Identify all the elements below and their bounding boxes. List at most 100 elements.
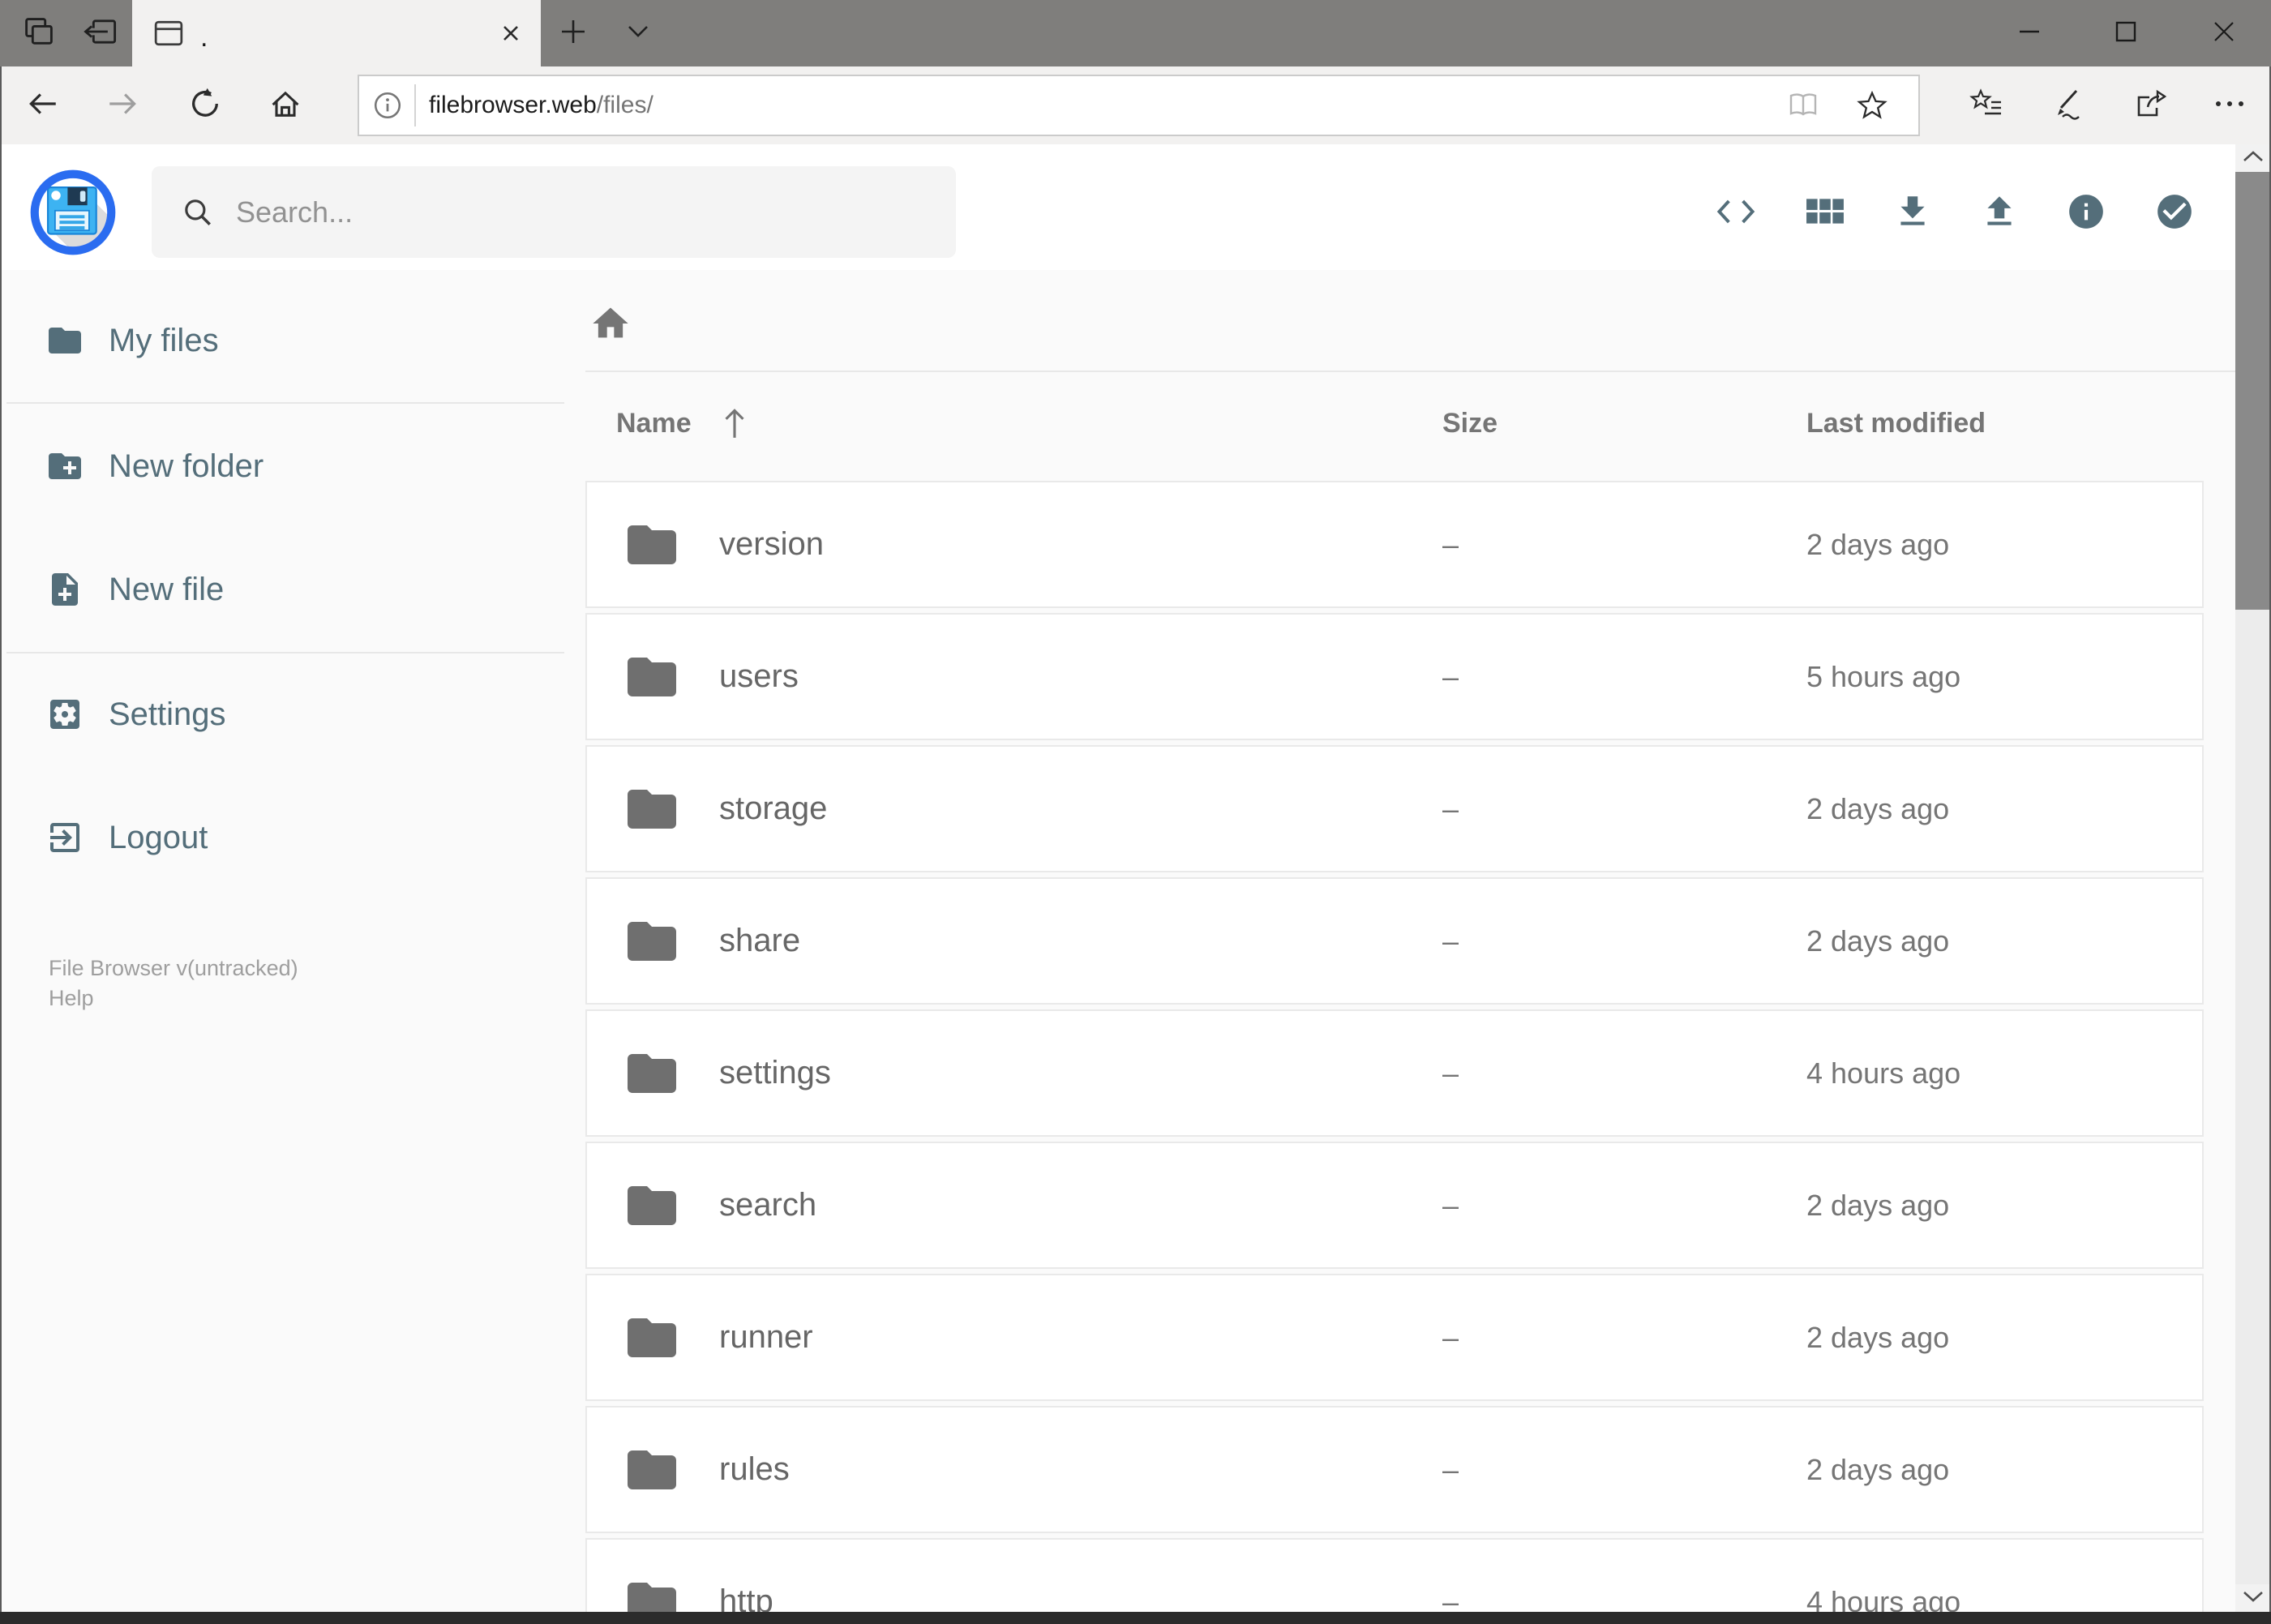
set-tabs-aside-button[interactable] (73, 0, 126, 66)
file-row[interactable]: rules – 2 days ago (585, 1406, 2204, 1533)
back-button[interactable] (14, 66, 72, 144)
sidebar-item-settings[interactable]: Settings (0, 666, 568, 763)
search-icon (181, 195, 215, 229)
hub-favorites-button[interactable] (1957, 66, 2016, 144)
file-modified: 2 days ago (1806, 1320, 1950, 1354)
app-body: My files New folder New file Settings Lo… (0, 270, 2271, 1624)
search-input[interactable]: Search... (152, 166, 956, 258)
select-multiple-button[interactable] (2150, 189, 2199, 238)
sidebar-item-label: Logout (109, 819, 208, 855)
sidebar-item-my-files[interactable]: My files (0, 292, 568, 389)
favorite-star-icon[interactable] (1857, 90, 1888, 121)
pen-icon (2050, 86, 2085, 126)
file-row[interactable]: storage – 2 days ago (585, 745, 2204, 872)
window-close-button[interactable] (2198, 0, 2250, 66)
folder-icon (623, 780, 681, 838)
page-scrollbar[interactable] (2235, 144, 2271, 1612)
browser-tab[interactable]: . (132, 0, 541, 66)
maximize-icon (2115, 20, 2137, 47)
file-size: – (1442, 791, 1459, 825)
share-button[interactable] (2120, 66, 2179, 144)
scrollbar-thumb[interactable] (2235, 172, 2271, 610)
sidebar-item-label: Settings (109, 696, 226, 732)
window-border-bottom (0, 1612, 2271, 1624)
sidebar-item-label: New file (109, 571, 225, 607)
help-link[interactable]: Help (49, 983, 298, 1013)
column-header-size[interactable]: Size (1442, 408, 1498, 439)
minimize-button[interactable] (2003, 0, 2055, 66)
set-tabs-aside-icon (81, 14, 118, 54)
app-version-text: File Browser v(untracked) (49, 956, 298, 980)
home-icon (268, 86, 303, 126)
info-icon (2066, 191, 2106, 236)
address-bar[interactable]: filebrowser.web/files/ (358, 75, 1920, 136)
site-info-icon[interactable] (372, 90, 403, 121)
share-icon (2132, 86, 2167, 126)
plus-icon (559, 18, 587, 49)
upload-icon (1979, 191, 2020, 236)
scroll-down-button[interactable] (2235, 1584, 2271, 1612)
file-name: runner (719, 1319, 813, 1355)
file-size: – (1442, 659, 1459, 693)
code-icon (1715, 194, 1757, 234)
sidebar-item-logout[interactable]: Logout (0, 789, 568, 886)
refresh-button[interactable] (176, 66, 234, 144)
scroll-up-button[interactable] (2235, 144, 2271, 172)
folder-icon (623, 1309, 681, 1367)
folder-icon (623, 516, 681, 574)
file-row[interactable]: runner – 2 days ago (585, 1274, 2204, 1401)
sidebar-item-new-folder[interactable]: New folder (0, 418, 568, 515)
file-row[interactable]: users – 5 hours ago (585, 613, 2204, 740)
filebrowser-logo[interactable] (30, 169, 116, 255)
close-icon (2213, 20, 2235, 47)
tab-list-button[interactable] (617, 0, 659, 66)
file-row[interactable]: version – 2 days ago (585, 481, 2204, 608)
web-note-button[interactable] (2038, 66, 2097, 144)
browser-toolbar: filebrowser.web/files/ (0, 66, 2271, 144)
sidebar-item-label: New folder (109, 448, 264, 484)
column-header-modified[interactable]: Last modified (1806, 408, 1986, 439)
folder-icon (623, 1176, 681, 1235)
new-tab-button[interactable] (552, 0, 594, 66)
grid-view-icon (1806, 197, 1845, 230)
window-border-left (0, 66, 2, 1624)
file-row[interactable]: share – 2 days ago (585, 877, 2204, 1005)
upload-button[interactable] (1975, 189, 2024, 238)
breadcrumb-home-icon[interactable] (589, 302, 632, 345)
reading-view-icon[interactable] (1787, 91, 1819, 120)
file-row[interactable]: settings – 4 hours ago (585, 1009, 2204, 1137)
chevron-up-icon (2241, 149, 2265, 168)
file-modified: 4 hours ago (1806, 1056, 1961, 1090)
raw-view-button[interactable] (1712, 189, 1760, 238)
sidebar-item-label: My files (109, 322, 219, 358)
tab-preview-button[interactable] (16, 0, 62, 66)
file-name: users (719, 658, 799, 694)
file-name: search (719, 1187, 817, 1223)
info-button[interactable] (2062, 189, 2110, 238)
more-menu-button[interactable] (2200, 66, 2259, 144)
column-header-name[interactable]: Name (616, 408, 692, 439)
folder-icon (623, 912, 681, 971)
url-separator (414, 84, 416, 126)
app-header: Search... (0, 144, 2271, 270)
forward-arrow-icon (105, 87, 139, 125)
sidebar-item-new-file[interactable]: New file (0, 541, 568, 638)
back-arrow-icon (26, 87, 60, 125)
file-size: – (1442, 1452, 1459, 1486)
file-name: storage (719, 791, 828, 826)
ellipsis-icon (2212, 98, 2247, 114)
file-row[interactable]: search – 2 days ago (585, 1142, 2204, 1269)
sort-ascending-icon[interactable] (718, 405, 751, 444)
url-host: filebrowser.web (429, 92, 597, 118)
tab-close-icon[interactable] (499, 21, 523, 45)
file-size: – (1442, 1320, 1459, 1354)
check-circle-icon (2154, 191, 2195, 236)
maximize-button[interactable] (2100, 0, 2152, 66)
folder-icon (623, 1441, 681, 1499)
file-modified: 2 days ago (1806, 1188, 1950, 1222)
forward-button[interactable] (93, 66, 152, 144)
download-button[interactable] (1888, 189, 1937, 238)
switch-view-button[interactable] (1801, 189, 1849, 238)
page-icon (153, 19, 184, 47)
home-button[interactable] (256, 66, 315, 144)
